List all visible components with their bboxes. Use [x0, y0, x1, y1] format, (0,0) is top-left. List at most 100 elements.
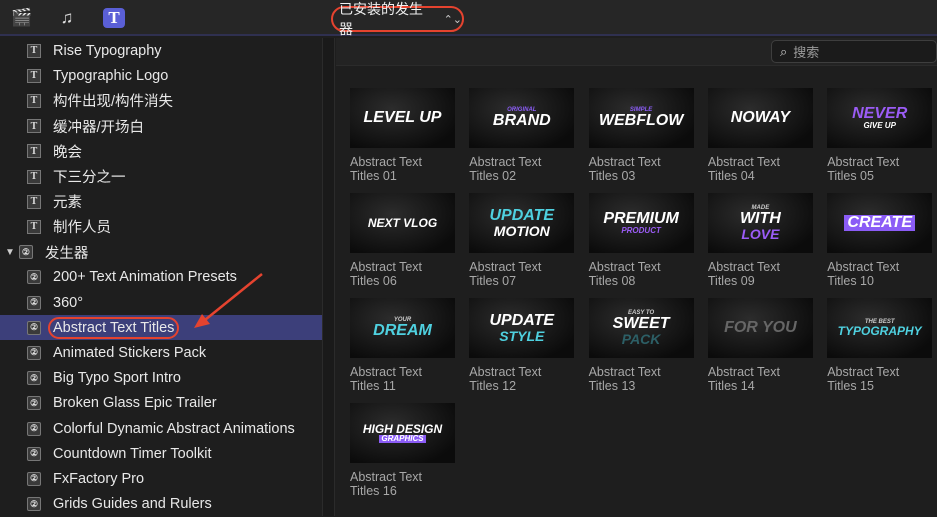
sidebar-item-label: Grids Guides and Rulers	[53, 496, 212, 513]
generator-thumbnail: NEXT VLOG	[350, 193, 455, 253]
thumb-text-main: WEBFLOW	[598, 112, 684, 129]
tile-caption: Abstract Text Titles 11	[350, 365, 456, 393]
tile-caption-line1: Abstract Text	[707, 260, 780, 274]
generator-tile[interactable]: HIGH DESIGN GRAPHICS Abstract Text Titles 1…	[350, 403, 456, 498]
generator-icon: ②	[27, 497, 41, 512]
generator-tile[interactable]: CREATE Abstract Text Titles 10	[827, 193, 933, 288]
generator-thumbnail: FOR YOU	[707, 298, 813, 358]
generator-tile[interactable]: EASY TO SWEET PACK Abstract Text Titles 13	[588, 298, 695, 393]
sidebar-item[interactable]: ② Grids Guides and Rulers	[0, 492, 322, 517]
music-photo-icon[interactable]: ♫	[56, 8, 78, 28]
generator-thumbnail: YOUR DREAM	[350, 298, 455, 358]
generator-tile[interactable]: NEXT VLOG Abstract Text Titles 06	[350, 193, 456, 288]
generator-icon: ②	[27, 295, 41, 310]
sidebar-item-label: Rise Typography	[53, 42, 162, 59]
pane-divider[interactable]	[322, 38, 335, 516]
thumb-text-main: TYPOGRAPHY	[837, 324, 922, 338]
sidebar-item[interactable]: ② 360°	[0, 290, 322, 315]
generator-tile[interactable]: LEVEL UP Abstract Text Titles 01	[350, 88, 456, 183]
sidebar-item[interactable]: T 缓冲器/开场白	[0, 114, 322, 139]
generator-tile[interactable]: THE BEST TYPOGRAPHY Abstract Text Titles 15	[827, 298, 933, 393]
generator-tile[interactable]: UPDATE MOTION Abstract Text Titles 07	[469, 193, 575, 288]
tile-caption: Abstract Text Titles 02	[469, 155, 575, 183]
tile-caption-line1: Abstract Text	[469, 155, 542, 169]
generator-tile[interactable]: YOUR DREAM Abstract Text Titles 11	[350, 298, 456, 393]
tile-caption-line2: Titles 14	[707, 379, 755, 393]
title-icon: T	[27, 144, 41, 159]
thumb-text-sub: LOVE	[741, 226, 780, 242]
sidebar-item[interactable]: T Typographic Logo	[0, 63, 322, 88]
sidebar-item-label: 下三分之一	[53, 170, 126, 186]
title-icon: T	[27, 194, 41, 209]
sidebar-item[interactable]: ② 200+ Text Animation Presets	[0, 265, 322, 290]
tile-caption: Abstract Text Titles 12	[469, 365, 575, 393]
sidebar-item[interactable]: ② Animated Stickers Pack	[0, 340, 322, 365]
sidebar-item-label: Typographic Logo	[53, 67, 169, 84]
tile-caption-line1: Abstract Text	[469, 260, 542, 274]
generator-tile[interactable]: SIMPLE WEBFLOW Abstract Text Titles 03	[588, 88, 695, 183]
generator-tile[interactable]: NEVER GIVE UP Abstract Text Titles 05	[827, 88, 933, 183]
generator-thumbnail: MADE WITH LOVE	[707, 193, 813, 253]
sidebar-item[interactable]: ② Abstract Text Titles	[0, 315, 322, 341]
title-icon: T	[27, 68, 41, 83]
search-bar: ⌕ 搜索	[336, 38, 937, 66]
tile-caption-line1: Abstract Text	[707, 155, 780, 169]
tile-caption-line2: Titles 10	[827, 274, 874, 288]
tile-caption: Abstract Text Titles 13	[589, 365, 695, 393]
generator-tile[interactable]: NOWAY Abstract Text Titles 04	[707, 88, 814, 183]
tile-caption-line1: Abstract Text	[707, 365, 780, 379]
thumb-text-sub: PACK	[621, 331, 661, 347]
clapper-star-icon[interactable]: 🎬	[11, 8, 33, 28]
tile-caption-line2: Titles 03	[588, 169, 636, 183]
tile-caption: Abstract Text Titles 05	[827, 155, 933, 183]
generator-tile[interactable]: ORIGINAL BRAND Abstract Text Titles 02	[469, 88, 575, 183]
sidebar-item-label: 制作人员	[53, 220, 111, 237]
generator-icon: ②	[27, 421, 41, 436]
thumb-text-main: FOR YOU	[724, 319, 797, 336]
thumb-text-sub: STYLE	[499, 328, 545, 344]
sidebar-item[interactable]: ② Big Typo Sport Intro	[0, 366, 322, 391]
generator-thumbnail: EASY TO SWEET PACK	[588, 298, 694, 358]
search-icon: ⌕	[780, 43, 788, 59]
thumb-text-main: BRAND	[492, 112, 551, 129]
tile-caption-line2: Titles 08	[588, 274, 636, 288]
thumb-text-main: DREAM	[373, 322, 432, 339]
tile-caption-line2: Titles 01	[350, 169, 397, 183]
disclosure-triangle-icon[interactable]: ▼	[5, 247, 15, 258]
generator-thumbnail: LEVEL UP	[350, 88, 455, 148]
search-input[interactable]: ⌕ 搜索	[771, 40, 937, 63]
tile-caption-line2: Titles 16	[350, 484, 397, 498]
title-icon: T	[27, 43, 41, 58]
generator-tile[interactable]: MADE WITH LOVE Abstract Text Titles 09	[707, 193, 814, 288]
sidebar-item[interactable]: T 元素	[0, 189, 322, 214]
sidebar-item[interactable]: ② Countdown Timer Toolkit	[0, 441, 322, 466]
generator-icon: ②	[27, 396, 41, 411]
generator-tile[interactable]: UPDATE STYLE Abstract Text Titles 12	[469, 298, 575, 393]
tile-caption-line1: Abstract Text	[469, 365, 542, 379]
titles-generators-icon[interactable]: T	[103, 8, 125, 28]
thumb-text-sub: GRAPHICS	[379, 434, 426, 443]
generator-icon: ②	[27, 345, 41, 360]
sidebar-item[interactable]: ② Colorful Dynamic Abstract Animations	[0, 416, 322, 441]
sidebar-item[interactable]: T 晚会	[0, 139, 322, 164]
library-select[interactable]: 已安装的发生器 ⌃⌄	[331, 1, 464, 37]
sidebar-item[interactable]: T 制作人员	[0, 214, 322, 239]
generator-tile[interactable]: PREMIUM PRODUCT Abstract Text Titles 08	[588, 193, 695, 288]
sidebar-item[interactable]: T 下三分之一	[0, 164, 322, 189]
sidebar-item[interactable]: T Rise Typography	[0, 38, 322, 63]
sidebar-item-label: FxFactory Pro	[53, 470, 145, 487]
thumb-text-main: NEXT VLOG	[367, 216, 438, 230]
tile-caption: Abstract Text Titles 16	[350, 470, 456, 498]
generator-tile[interactable]: FOR YOU Abstract Text Titles 14	[707, 298, 814, 393]
tile-caption-line2: Titles 04	[707, 169, 755, 183]
thumb-text-main: UPDATE	[489, 207, 555, 224]
tile-caption: Abstract Text Titles 15	[827, 365, 933, 393]
tile-caption-line2: Titles 02	[469, 169, 517, 183]
sidebar-item[interactable]: ▼ ② 发生器	[0, 240, 322, 265]
generator-thumbnail: UPDATE STYLE	[469, 298, 575, 358]
top-toolbar: 🎬 ♫ T 已安装的发生器 ⌃⌄	[0, 0, 937, 37]
sidebar-item[interactable]: ② Broken Glass Epic Trailer	[0, 391, 322, 416]
sidebar-item[interactable]: ② FxFactory Pro	[0, 466, 322, 491]
generator-thumbnail: PREMIUM PRODUCT	[588, 193, 694, 253]
sidebar-item[interactable]: T 构件出现/构件消失	[0, 88, 322, 113]
